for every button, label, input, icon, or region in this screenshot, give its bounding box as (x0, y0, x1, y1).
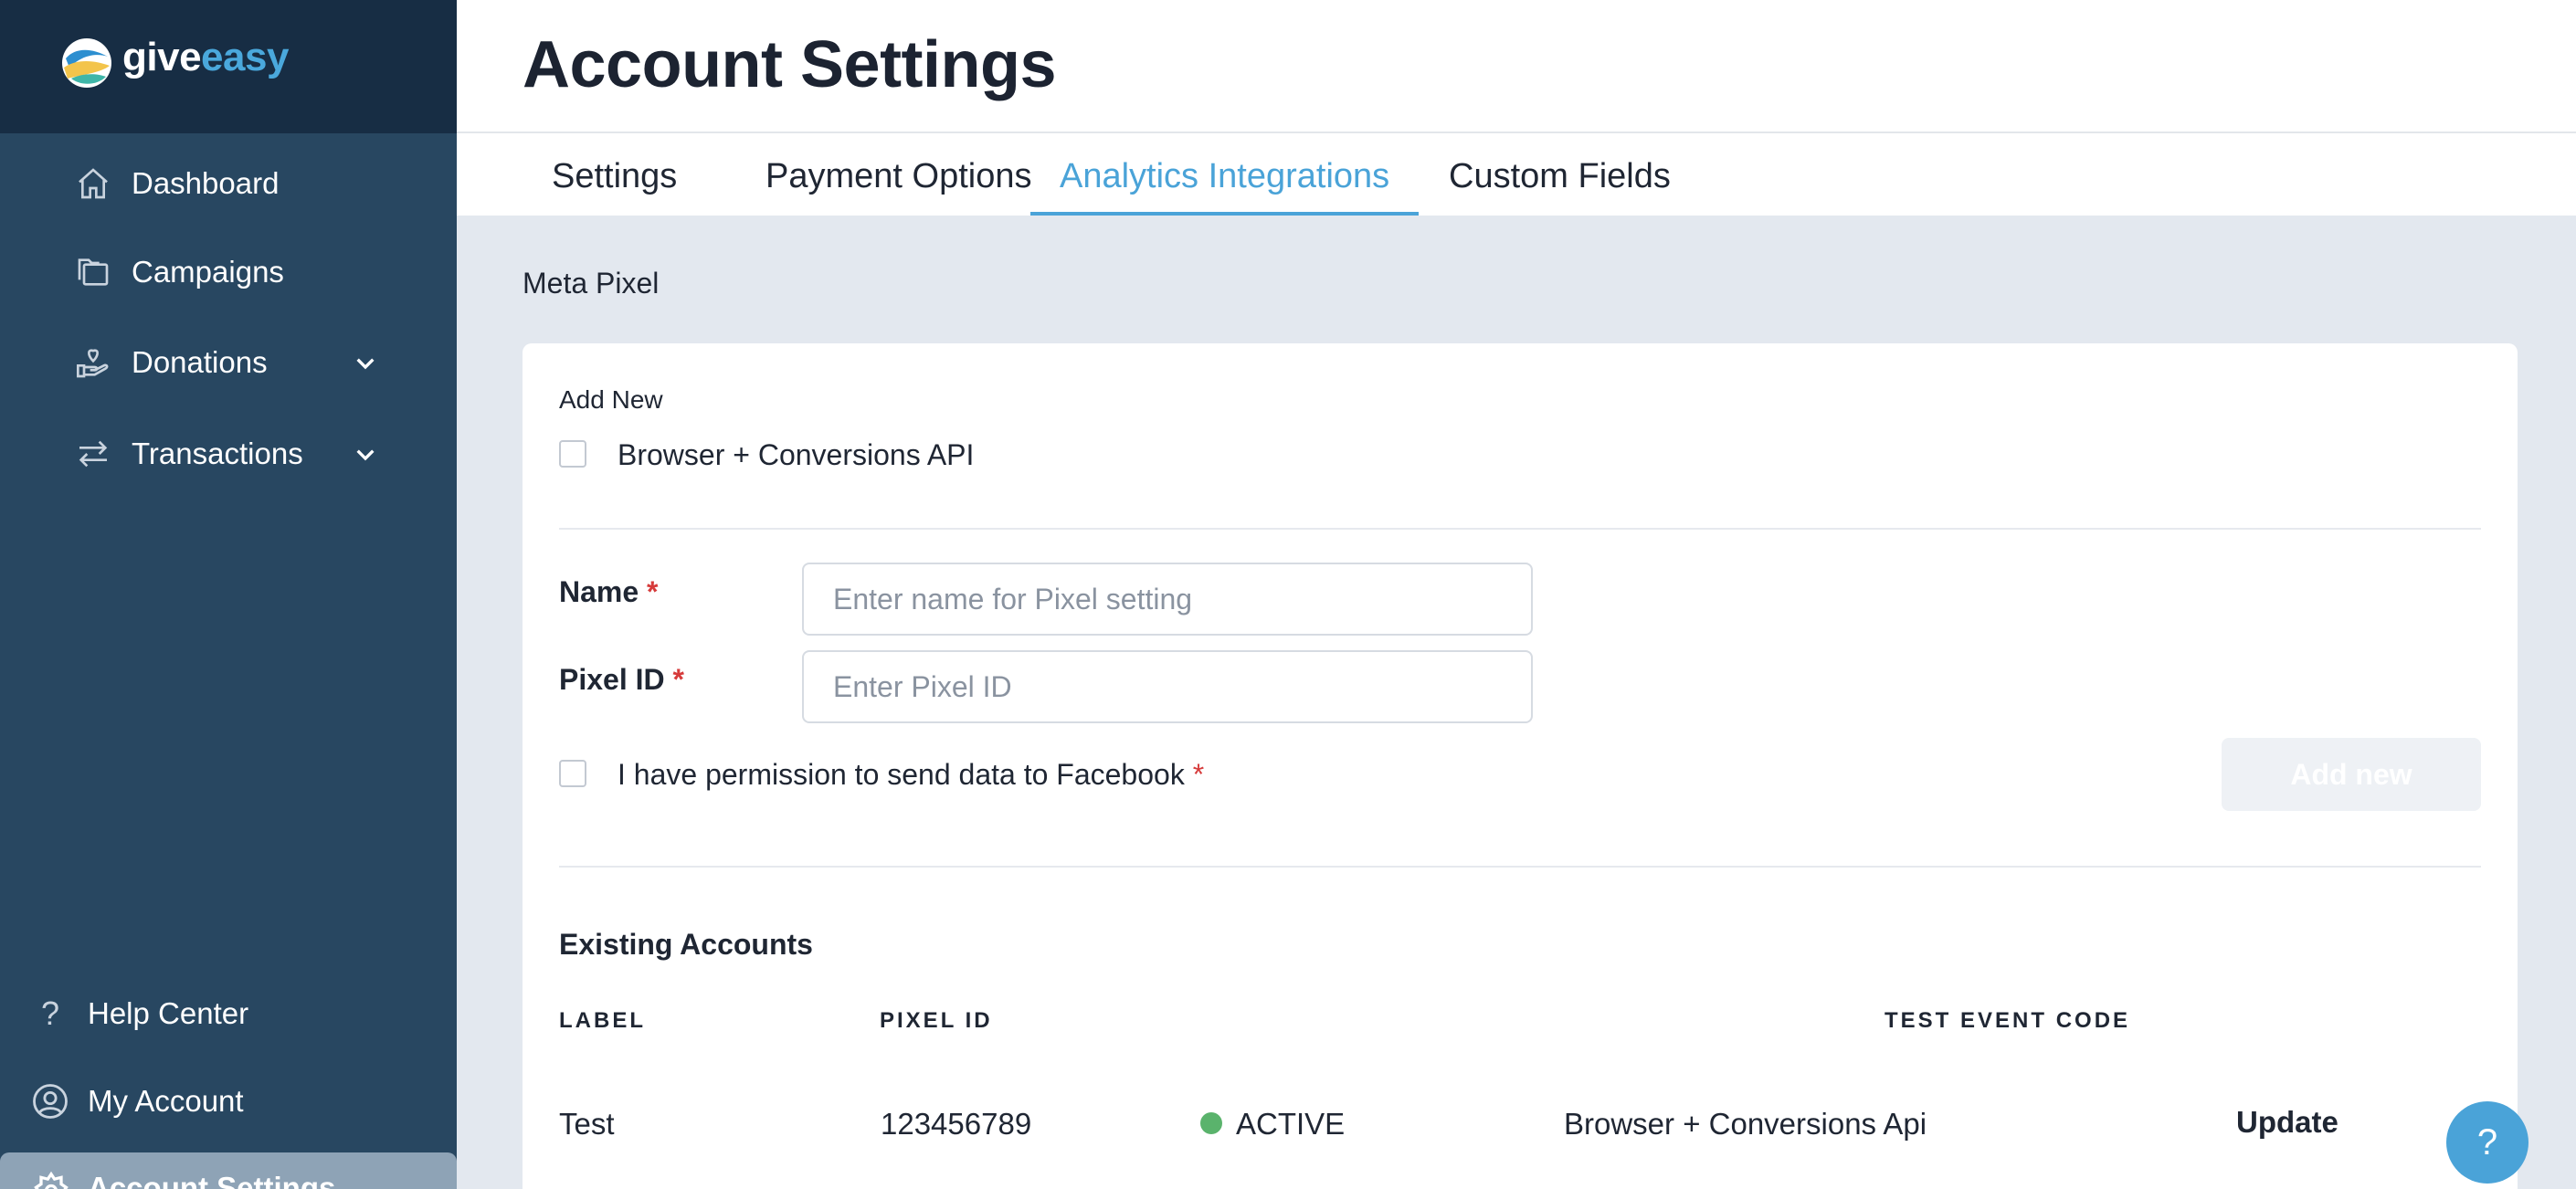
status-badge: ACTIVE (1236, 1107, 1346, 1141)
add-new-button[interactable]: Add new (2222, 738, 2481, 811)
meta-pixel-card: Add New Browser + Conversions API Name *… (523, 343, 2518, 1189)
divider (559, 528, 2481, 530)
sidebar-item-donations[interactable]: Donations (73, 335, 402, 390)
hand-heart-icon (73, 342, 113, 383)
home-icon (73, 163, 113, 204)
logo-bar: giveeasy (0, 0, 457, 133)
sidebar-item-label: Campaigns (132, 255, 284, 289)
tab-settings[interactable]: Settings (523, 133, 706, 216)
sidebar-item-dashboard[interactable]: Dashboard (73, 156, 402, 211)
sidebar-item-label: Help Center (88, 996, 249, 1030)
section-title: Meta Pixel (523, 267, 660, 300)
permission-checkbox[interactable] (559, 760, 586, 787)
existing-accounts-title: Existing Accounts (559, 928, 813, 961)
chevron-down-icon (356, 358, 375, 370)
column-header-label: LABEL (559, 1008, 646, 1033)
tab-bar: Settings Payment Options Analytics Integ… (457, 133, 2576, 216)
sidebar-item-label: Transactions (132, 437, 303, 470)
page-title: Account Settings (523, 28, 1057, 101)
pixel-id-input[interactable] (802, 650, 1533, 723)
row-pixel-id: 123456789 (881, 1107, 1032, 1141)
sidebar-item-my-account[interactable]: My Account (29, 1074, 431, 1129)
gear-icon (34, 1171, 69, 1189)
sidebar-item-transactions[interactable]: Transactions (73, 426, 402, 481)
chevron-down-icon (356, 449, 375, 461)
name-label: Name * (559, 575, 659, 608)
row-mode: Browser + Conversions Api (1564, 1107, 1927, 1141)
sidebar-item-campaigns[interactable]: Campaigns (73, 245, 402, 300)
sidebar: giveeasy Dashboard Campaigns Donations T… (0, 0, 457, 1189)
column-header-pixel-id: PIXEL ID (880, 1008, 993, 1033)
sidebar-item-label: My Account (88, 1084, 244, 1118)
browser-conversions-label: Browser + Conversions API (618, 438, 975, 471)
sidebar-item-label: Account Settings (88, 1171, 336, 1189)
user-circle-icon (29, 1080, 71, 1122)
tab-analytics-integrations[interactable]: Analytics Integrations (1030, 133, 1420, 216)
sidebar-item-account-settings[interactable]: Account Settings (0, 1152, 457, 1189)
giveeasy-logo-icon (62, 38, 111, 88)
sidebar-item-label: Dashboard (132, 166, 280, 200)
arrows-exchange-icon (73, 434, 113, 474)
name-input[interactable] (802, 563, 1533, 636)
divider (559, 866, 2481, 868)
tab-custom-fields[interactable]: Custom Fields (1420, 133, 1700, 216)
pixel-id-label: Pixel ID * (559, 663, 684, 696)
question-icon: ? (40, 994, 60, 1032)
add-new-heading: Add New (559, 385, 663, 414)
page-header: Account Settings (457, 0, 2576, 133)
permission-label: I have permission to send data to Facebo… (618, 758, 1205, 791)
status-indicator (1200, 1112, 1222, 1134)
tab-payment-options[interactable]: Payment Options (736, 133, 1061, 216)
browser-conversions-checkbox[interactable] (559, 440, 586, 468)
help-button[interactable]: ? (2446, 1101, 2528, 1184)
update-button[interactable]: Update (2236, 1105, 2338, 1140)
folders-icon (73, 252, 113, 292)
sidebar-item-label: Donations (132, 345, 268, 379)
column-header-test-event-code: TEST EVENT CODE (1884, 1008, 2131, 1033)
sidebar-item-help-center[interactable]: ? Help Center (29, 986, 431, 1041)
logo-wordmark: giveeasy (122, 35, 289, 79)
row-label: Test (559, 1107, 615, 1141)
